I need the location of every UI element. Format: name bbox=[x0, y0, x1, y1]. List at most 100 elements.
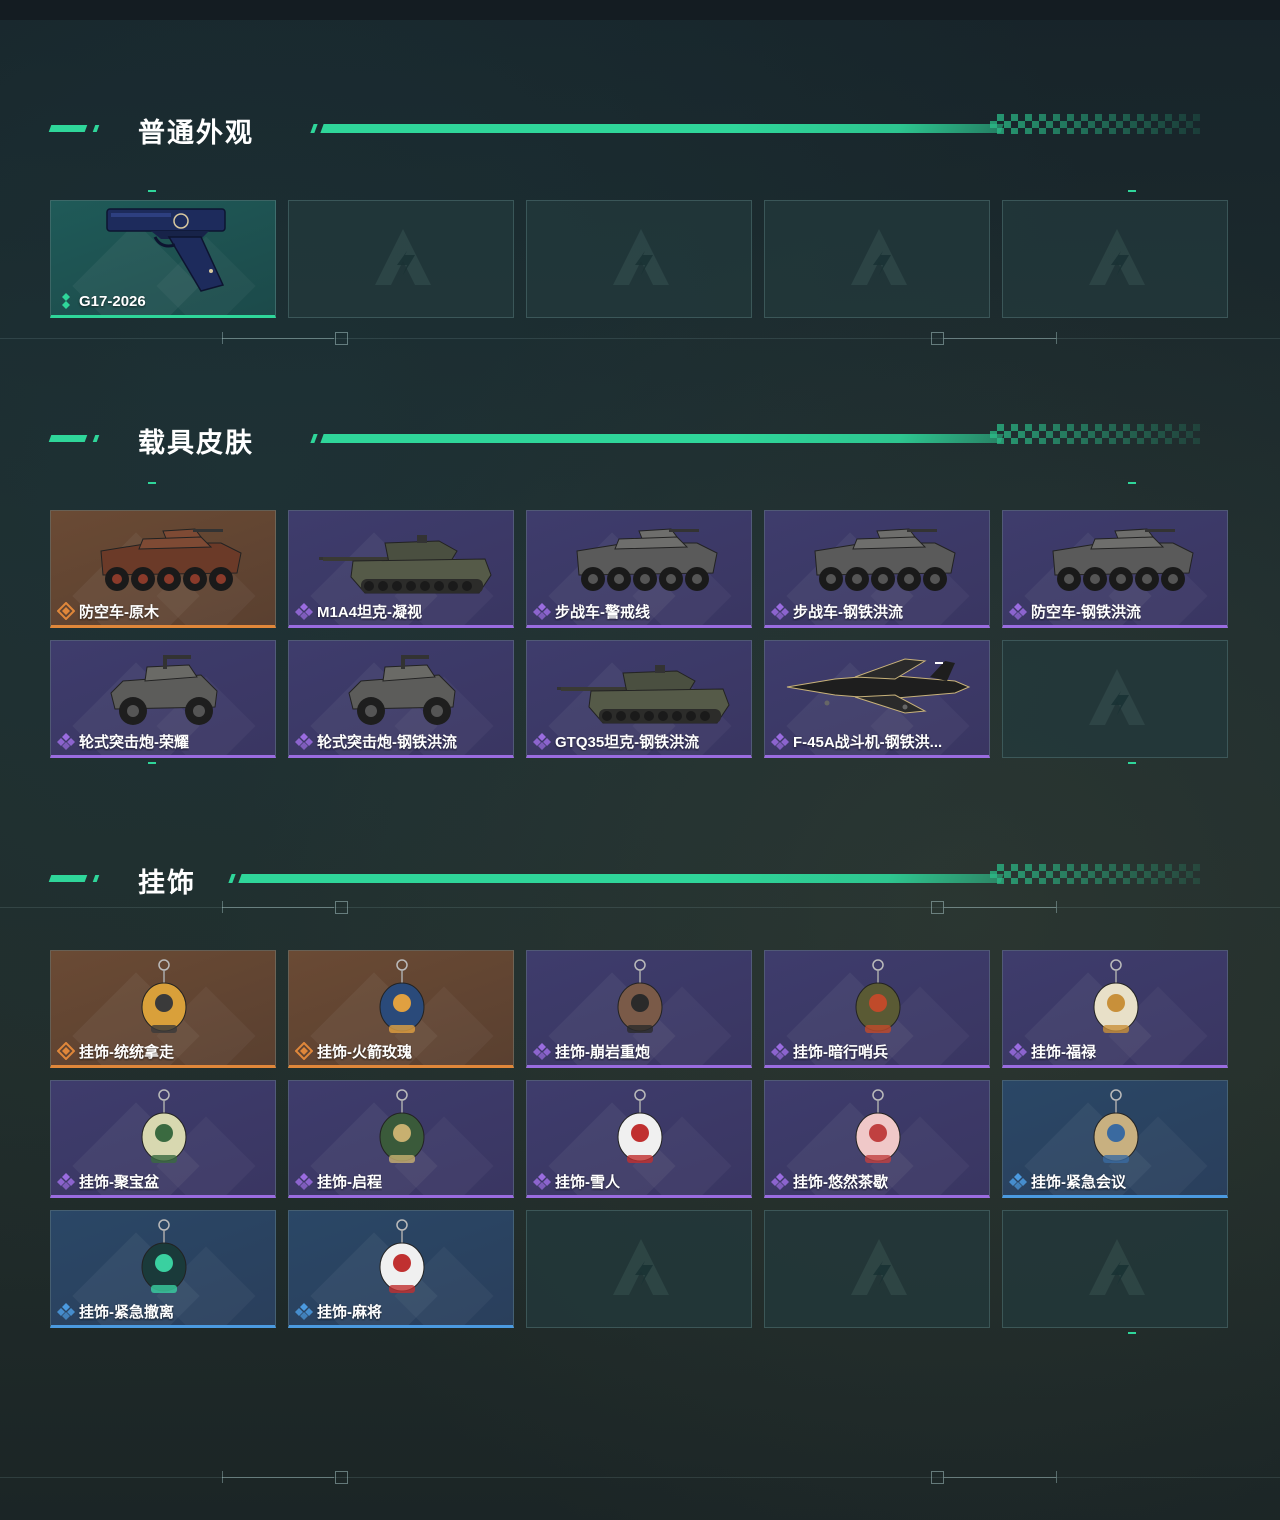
item-label: 挂饰-崩岩重炮 bbox=[533, 1041, 650, 1061]
deco-gdash bbox=[1128, 1332, 1136, 1334]
item-name: 挂饰-紧急会议 bbox=[1031, 1173, 1126, 1191]
item-card[interactable]: 步战车-钢铁洪流 bbox=[764, 510, 990, 628]
placeholder-logo-icon bbox=[851, 229, 907, 285]
item-card[interactable]: 挂饰-悠然茶歇 bbox=[764, 1080, 990, 1198]
item-card[interactable]: G17-2026 bbox=[50, 200, 276, 318]
header-accent-bar bbox=[92, 125, 100, 132]
item-card[interactable]: 轮式突击炮-钢铁洪流 bbox=[288, 640, 514, 758]
item-card[interactable]: 挂饰-福禄 bbox=[1002, 950, 1228, 1068]
deco-deco-sq bbox=[931, 1471, 944, 1484]
header-line-start bbox=[310, 434, 318, 443]
item-label: 步战车-警戒线 bbox=[533, 601, 650, 621]
item-card[interactable]: 步战车-警戒线 bbox=[526, 510, 752, 628]
header-checker-pattern bbox=[990, 424, 1200, 444]
item-label: 挂饰-悠然茶歇 bbox=[771, 1171, 888, 1191]
armored-vehicle-icon bbox=[100, 528, 242, 591]
charm-icon bbox=[855, 959, 901, 1033]
item-card[interactable]: 挂饰-雪人 bbox=[526, 1080, 752, 1198]
deco-deco-line bbox=[222, 907, 334, 908]
deco-deco-tick bbox=[1056, 901, 1057, 913]
deco-deco-tick bbox=[222, 332, 223, 344]
item-name: 挂饰-雪人 bbox=[555, 1173, 620, 1191]
rarity-purple-icon bbox=[57, 733, 75, 750]
rarity-orange-icon bbox=[57, 1042, 75, 1060]
deco-deco-tick bbox=[222, 901, 223, 913]
charm-icon bbox=[379, 1219, 425, 1293]
header-accent-bar bbox=[48, 875, 88, 882]
item-name: 步战车-钢铁洪流 bbox=[793, 603, 903, 621]
item-label: 挂饰-暗行哨兵 bbox=[771, 1041, 888, 1061]
item-label: 挂饰-聚宝盆 bbox=[57, 1171, 159, 1191]
rarity-blue-icon bbox=[57, 1303, 75, 1320]
deco-deco-line bbox=[944, 907, 1056, 908]
rarity-purple-icon bbox=[533, 603, 551, 620]
charm-icon bbox=[141, 1219, 187, 1293]
deco-deco-line bbox=[0, 1477, 1280, 1478]
item-card[interactable]: 挂饰-启程 bbox=[288, 1080, 514, 1198]
header-accent-bar bbox=[48, 435, 88, 442]
empty-slot bbox=[764, 1210, 990, 1328]
item-card[interactable]: 挂饰-崩岩重炮 bbox=[526, 950, 752, 1068]
rarity-purple-icon bbox=[533, 1043, 551, 1060]
item-label: 挂饰-紧急会议 bbox=[1009, 1171, 1126, 1191]
item-card[interactable]: 轮式突击炮-荣耀 bbox=[50, 640, 276, 758]
section-header-vehicle-skins: 载具皮肤 bbox=[48, 424, 1210, 458]
placeholder-logo-icon bbox=[613, 229, 669, 285]
item-card[interactable]: 挂饰-聚宝盆 bbox=[50, 1080, 276, 1198]
charm-icon bbox=[617, 959, 663, 1033]
item-card[interactable]: F-45A战斗机-钢铁洪... bbox=[764, 640, 990, 758]
placeholder-logo-icon bbox=[1089, 669, 1145, 725]
deco-deco-sq bbox=[335, 901, 348, 914]
item-label: 挂饰-福禄 bbox=[1009, 1041, 1096, 1061]
header-checker-pattern bbox=[990, 114, 1200, 134]
deco-deco-sq bbox=[931, 901, 944, 914]
rarity-purple-icon bbox=[1009, 603, 1027, 620]
deco-gdash bbox=[1128, 762, 1136, 764]
section-title: 挂饰 bbox=[138, 868, 196, 898]
tank-icon bbox=[557, 665, 730, 724]
item-name: 挂饰-统统拿走 bbox=[79, 1043, 174, 1061]
header-line-start bbox=[228, 874, 236, 883]
rarity-purple-icon bbox=[295, 733, 313, 750]
item-card[interactable]: 挂饰-紧急撤离 bbox=[50, 1210, 276, 1328]
item-label: GTQ35坦克-钢铁洪流 bbox=[533, 731, 699, 751]
deco-deco-line bbox=[222, 338, 334, 339]
rarity-blue-icon bbox=[295, 1303, 313, 1320]
deco-gdash bbox=[148, 190, 156, 192]
deco-deco-sq bbox=[335, 1471, 348, 1484]
item-card[interactable]: 防空车-钢铁洪流 bbox=[1002, 510, 1228, 628]
header-line bbox=[238, 874, 1004, 883]
item-card[interactable]: 挂饰-紧急会议 bbox=[1002, 1080, 1228, 1198]
jet-icon bbox=[786, 658, 971, 714]
charm-icon bbox=[141, 959, 187, 1033]
item-card[interactable]: 防空车-原木 bbox=[50, 510, 276, 628]
item-label: M1A4坦克-凝视 bbox=[295, 601, 422, 621]
item-card[interactable]: 挂饰-统统拿走 bbox=[50, 950, 276, 1068]
item-label: 挂饰-火箭玫瑰 bbox=[295, 1041, 412, 1061]
rarity-purple-icon bbox=[295, 603, 313, 620]
placeholder-logo-icon bbox=[375, 229, 431, 285]
deco-deco-sq bbox=[931, 332, 944, 345]
item-name: 轮式突击炮-钢铁洪流 bbox=[317, 733, 457, 751]
header-accent-bar bbox=[92, 875, 100, 882]
item-name: M1A4坦克-凝视 bbox=[317, 603, 423, 621]
deco-deco-line bbox=[944, 338, 1056, 339]
rarity-purple-icon bbox=[771, 603, 789, 620]
item-label: 步战车-钢铁洪流 bbox=[771, 601, 903, 621]
item-card[interactable]: 挂饰-暗行哨兵 bbox=[764, 950, 990, 1068]
deco-gdash bbox=[148, 482, 156, 484]
item-name: 防空车-钢铁洪流 bbox=[1031, 603, 1141, 621]
charm-icon bbox=[141, 1089, 187, 1163]
charm-icon bbox=[617, 1089, 663, 1163]
item-name: GTQ35坦克-钢铁洪流 bbox=[555, 733, 700, 751]
item-card[interactable]: 挂饰-火箭玫瑰 bbox=[288, 950, 514, 1068]
empty-slot bbox=[1002, 1210, 1228, 1328]
item-card[interactable]: GTQ35坦克-钢铁洪流 bbox=[526, 640, 752, 758]
empty-slot bbox=[1002, 640, 1228, 758]
item-card[interactable]: 挂饰-麻将 bbox=[288, 1210, 514, 1328]
deco-gdash bbox=[1128, 190, 1136, 192]
armored-vehicle-icon bbox=[1052, 528, 1194, 591]
placeholder-logo-icon bbox=[613, 1239, 669, 1295]
item-name: 轮式突击炮-荣耀 bbox=[79, 733, 189, 751]
item-card[interactable]: M1A4坦克-凝视 bbox=[288, 510, 514, 628]
